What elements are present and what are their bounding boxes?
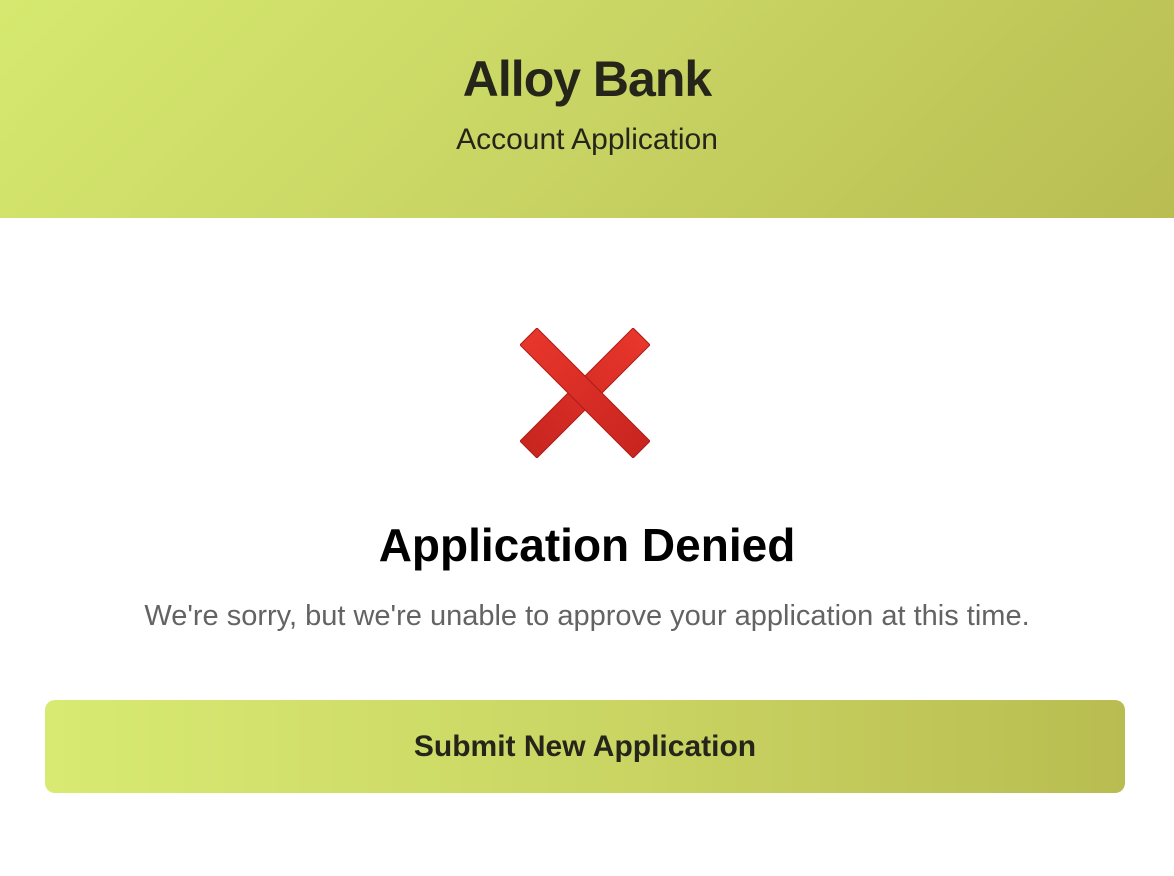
bank-name: Alloy Bank [462,51,712,107]
submit-new-application-button[interactable]: Submit New Application [45,700,1125,793]
app-header: Alloy Bank Account Application [0,0,1174,218]
cross-mark-icon [519,327,651,459]
page-subtitle: Account Application [456,123,718,156]
result-title: Application Denied [378,519,796,571]
result-message: We're sorry, but we're unable to approve… [144,600,1030,632]
